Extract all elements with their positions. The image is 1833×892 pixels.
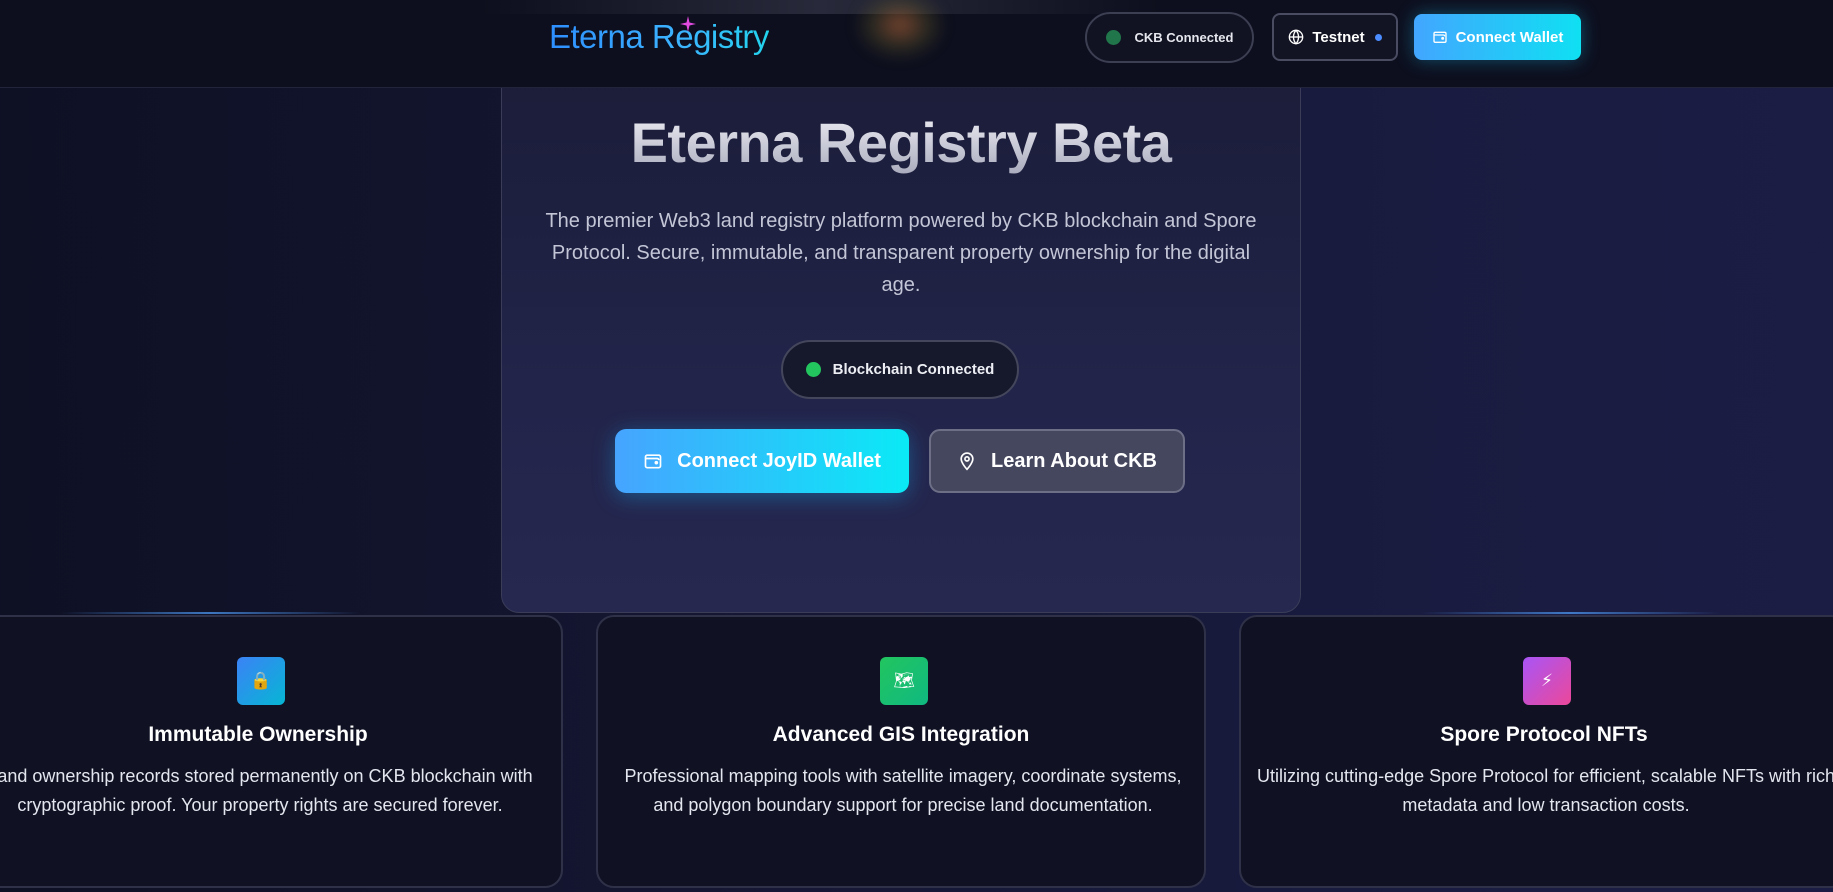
connect-wallet-label: Connect Wallet (1455, 28, 1564, 46)
connect-joyid-label: Connect JoyID Wallet (677, 449, 881, 472)
feature-description: Utilizing cutting-edge Spore Protocol fo… (1257, 766, 1833, 815)
status-dot-icon (1105, 30, 1121, 45)
learn-about-ckb-button[interactable]: Learn About CKB (929, 429, 1185, 493)
lightning-icon: ⚡ (1523, 657, 1571, 705)
sparkle-icon (680, 16, 696, 32)
feature-description: Professional mapping tools with satellit… (624, 766, 1182, 815)
feature-card-immutable-ownership: 🔒 Immutable Ownership Land ownership rec… (0, 615, 563, 888)
glow-line-decoration (60, 612, 360, 614)
blockchain-status-label: Blockchain Connected (832, 361, 995, 378)
map-pin-icon (957, 451, 977, 471)
network-selector[interactable]: Testnet (1272, 13, 1398, 61)
globe-icon (1289, 29, 1304, 45)
top-navbar: Eterna Registry CKB Connected Testnet Co… (0, 0, 1833, 88)
feature-title: Immutable Ownership (148, 723, 368, 746)
network-indicator-dot (1374, 33, 1382, 41)
learn-about-ckb-label: Learn About CKB (991, 449, 1157, 472)
connect-wallet-button[interactable]: Connect Wallet (1414, 14, 1581, 60)
ckb-status-badge: CKB Connected (1085, 12, 1254, 63)
feature-card-spore-protocol: ⚡ Spore Protocol NFTs Utilizing cutting-… (1239, 615, 1833, 888)
glow-line-decoration (1420, 612, 1720, 614)
page-title: Eterna Registry Beta (501, 110, 1301, 175)
hero-description: The premier Web3 land registry platform … (545, 210, 1257, 296)
map-icon: 🗺 (880, 657, 928, 705)
glow-decoration (855, 0, 945, 60)
feature-description: Land ownership records stored permanentl… (0, 766, 533, 815)
lock-icon: 🔒 (237, 657, 285, 705)
connect-joyid-wallet-button[interactable]: Connect JoyID Wallet (615, 429, 909, 493)
wallet-icon (1432, 31, 1447, 43)
feature-card-gis-integration: 🗺 Advanced GIS Integration Professional … (596, 615, 1206, 888)
network-label: Testnet (1312, 28, 1365, 46)
brand-logo[interactable]: Eterna Registry (549, 14, 769, 60)
top-haze-decoration (480, 0, 1160, 14)
feature-title: Spore Protocol NFTs (1440, 723, 1648, 746)
feature-title: Advanced GIS Integration (772, 723, 1030, 746)
ckb-status-label: CKB Connected (1134, 30, 1234, 45)
wallet-icon (643, 451, 663, 471)
status-dot-icon (805, 362, 821, 377)
blockchain-status-badge: Blockchain Connected (781, 340, 1019, 399)
